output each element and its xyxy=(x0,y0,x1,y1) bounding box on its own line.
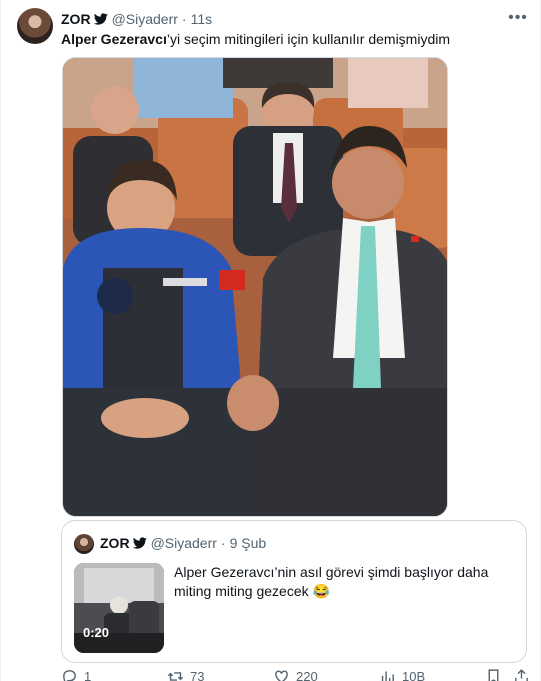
tweet-header: ZOR @Siyaderr · 11s xyxy=(61,10,212,28)
like-count: 220 xyxy=(296,669,318,681)
action-bar: 1 73 220 10B xyxy=(61,668,531,681)
retweet-button[interactable]: 73 xyxy=(167,668,204,681)
quoted-text: Alper Gezeravcı’nin asıl görevi şimdi ba… xyxy=(174,564,489,599)
bookmark-button[interactable] xyxy=(485,668,508,681)
tweet-text: Alper Gezeravcı’yi seçim mitingileri içi… xyxy=(61,30,531,48)
quoted-video-thumbnail[interactable]: 0:20 xyxy=(74,563,164,653)
reply-count: 1 xyxy=(84,669,92,681)
avatar[interactable] xyxy=(17,8,53,44)
reply-icon xyxy=(63,670,76,681)
reply-button[interactable]: 1 xyxy=(61,668,91,681)
quoted-date: 9 Şub xyxy=(229,535,267,551)
quoted-avatar xyxy=(74,534,94,554)
views-icon xyxy=(381,671,394,681)
share-button[interactable] xyxy=(513,668,536,681)
tweet-timestamp[interactable]: 11s xyxy=(191,11,213,27)
quoted-handle: @Siyaderr xyxy=(150,535,217,551)
retweet-count: 73 xyxy=(190,669,205,681)
separator-dot: · xyxy=(220,535,226,551)
video-duration: 0:20 xyxy=(83,625,110,640)
twitter-bird-icon xyxy=(132,536,147,550)
tweet-text-rest: ’yi seçim mitingileri için kullanılır de… xyxy=(166,31,451,47)
separator-dot: · xyxy=(181,11,187,27)
bookmark-icon xyxy=(488,669,499,681)
views-button[interactable]: 10B xyxy=(379,668,425,681)
twitter-bird-icon xyxy=(93,12,108,26)
tweet-image[interactable] xyxy=(62,57,448,517)
tweet-text-bold: Alper Gezeravcı xyxy=(61,31,167,47)
tweet[interactable]: ZOR @Siyaderr · 11s ••• Alper Gezeravcı’… xyxy=(0,0,541,681)
like-icon xyxy=(275,670,288,681)
author-handle[interactable]: @Siyaderr xyxy=(112,11,178,27)
retweet-icon xyxy=(167,672,184,681)
like-button[interactable]: 220 xyxy=(273,668,318,681)
quoted-author-name: ZOR xyxy=(100,535,130,551)
more-options-icon[interactable]: ••• xyxy=(507,8,529,28)
quoted-tweet[interactable]: ZOR @Siyaderr · 9 Şub 0:20 Alper Gezerav… xyxy=(61,520,527,663)
quoted-header: ZOR @Siyaderr · 9 Şub xyxy=(100,535,266,551)
views-count: 10B xyxy=(402,669,426,681)
photo-illustration xyxy=(63,58,447,516)
share-icon xyxy=(515,669,528,681)
author-name[interactable]: ZOR xyxy=(61,11,91,27)
